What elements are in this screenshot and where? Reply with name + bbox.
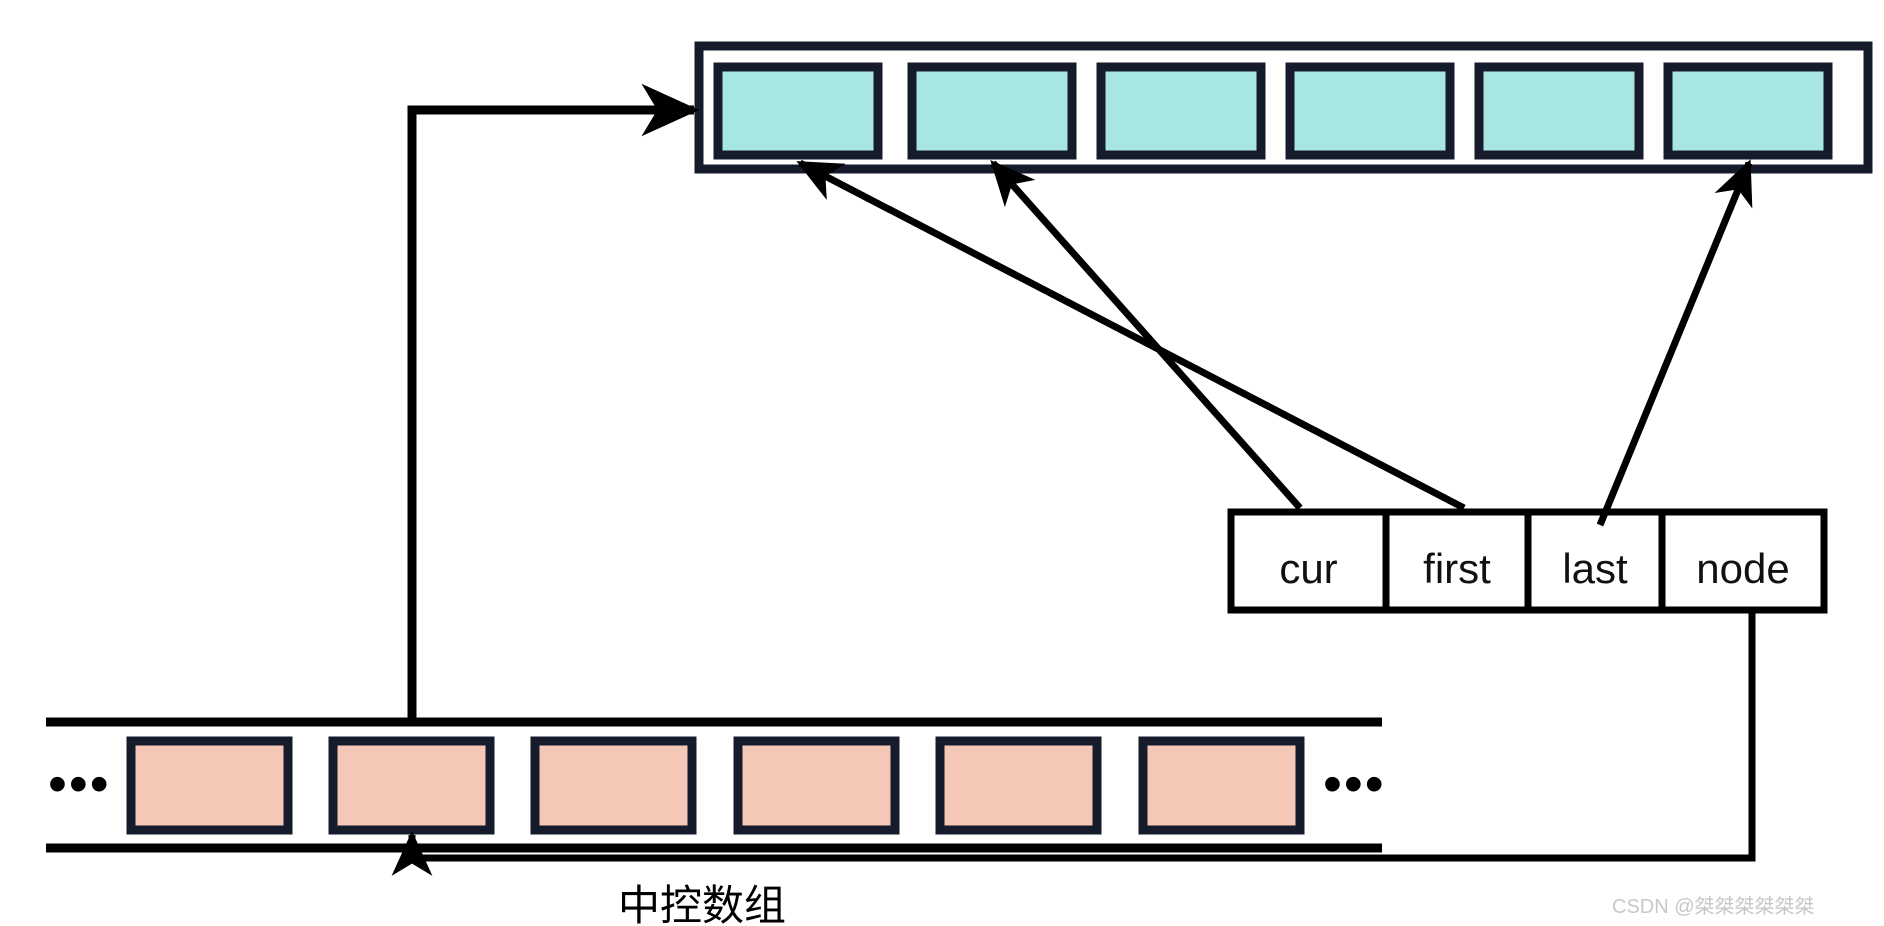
buffer-cell-2[interactable] [1096,62,1266,160]
buffer-cell-1[interactable] [907,62,1077,160]
iterator-field-first[interactable]: first [1386,545,1528,593]
buffer-cell-4[interactable] [1474,62,1644,160]
map-cell-5[interactable] [1138,736,1305,835]
iterator-field-node[interactable]: node [1662,545,1824,593]
map-cell-4[interactable] [935,736,1102,835]
map-array [46,717,1382,853]
map-cell-1[interactable] [328,736,495,835]
map-cell-3[interactable] [733,736,900,835]
iterator-field-cur[interactable]: cur [1231,545,1386,593]
arrow-map-to-buffer [407,83,700,726]
map-array-caption: 中控数组 [618,882,787,926]
map-cell-0[interactable] [126,736,293,835]
buffer-cell-0[interactable] [713,62,883,160]
map-leading-ellipsis: ••• [48,754,111,814]
arrow-cur-to-buffer-cell-1 [990,159,1303,511]
arrow-last-to-buffer-cell-5 [1596,159,1753,527]
buffer-array [694,41,1873,174]
buffer-cell-5[interactable] [1663,62,1833,160]
map-cell-2[interactable] [530,736,697,835]
watermark: CSDN @桀桀桀桀桀桀 [1612,896,1815,918]
iterator-field-last[interactable]: last [1528,545,1662,593]
diagram-svg [46,41,1873,876]
buffer-cell-3[interactable] [1285,62,1455,160]
diagram-canvas: cur first last node ••• ••• 中控数组 CSDN @桀… [0,0,1884,926]
map-trailing-ellipsis: ••• [1323,754,1386,814]
arrow-first-to-buffer-cell-0 [796,159,1466,512]
